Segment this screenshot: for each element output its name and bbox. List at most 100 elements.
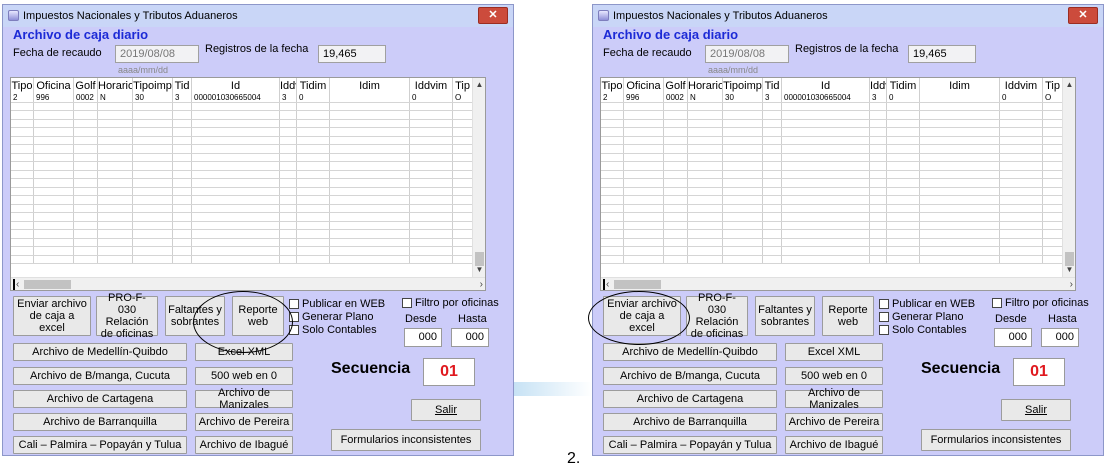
table-cell[interactable]	[723, 111, 763, 119]
table-cell[interactable]	[74, 204, 98, 212]
table-cell[interactable]	[688, 179, 723, 187]
table-cell[interactable]	[688, 136, 723, 144]
table-cell[interactable]	[887, 153, 920, 161]
table-cell[interactable]: 3	[763, 94, 782, 102]
table-cell[interactable]	[601, 119, 624, 127]
table-cell[interactable]	[920, 221, 1000, 229]
table-cell[interactable]	[297, 162, 330, 170]
table-cell[interactable]	[763, 111, 782, 119]
table-cell[interactable]	[280, 136, 297, 144]
table-cell[interactable]	[297, 111, 330, 119]
table-row[interactable]	[601, 145, 1063, 154]
table-cell[interactable]	[723, 136, 763, 144]
table-cell[interactable]	[297, 196, 330, 204]
table-cell[interactable]	[173, 111, 192, 119]
table-cell[interactable]	[688, 153, 723, 161]
table-cell[interactable]	[601, 247, 624, 255]
table-cell[interactable]	[624, 221, 664, 229]
column-header[interactable]: Iddv	[280, 78, 297, 94]
table-row[interactable]: 2 996 0002 N 30 3 000001030665004 3 0 0 O	[11, 94, 473, 103]
table-cell[interactable]	[297, 187, 330, 195]
table-cell[interactable]	[1043, 196, 1063, 204]
table-cell[interactable]	[664, 111, 688, 119]
table-cell[interactable]	[34, 204, 74, 212]
table-cell[interactable]	[601, 179, 624, 187]
excel-xml-button[interactable]: Excel XML	[195, 343, 293, 361]
excel-xml-button[interactable]: Excel XML	[785, 343, 883, 361]
table-cell[interactable]	[297, 119, 330, 127]
table-cell[interactable]	[192, 196, 280, 204]
table-cell[interactable]	[280, 119, 297, 127]
pro-f030-button[interactable]: PRO-F-030 Relación de oficinas	[96, 292, 158, 340]
column-header[interactable]: Tidim	[297, 78, 330, 94]
archivo-cali-button[interactable]: Cali – Palmira – Popayán y Tulua	[603, 436, 777, 454]
table-cell[interactable]	[1000, 153, 1043, 161]
table-cell[interactable]	[664, 119, 688, 127]
table-cell[interactable]	[297, 145, 330, 153]
table-cell[interactable]	[192, 230, 280, 238]
table-cell[interactable]	[624, 179, 664, 187]
table-cell[interactable]	[173, 179, 192, 187]
table-cell[interactable]	[688, 119, 723, 127]
table-cell[interactable]	[330, 128, 410, 136]
table-cell[interactable]	[763, 247, 782, 255]
reporte-web-button[interactable]: Reporte web	[822, 296, 874, 336]
table-cell[interactable]	[723, 128, 763, 136]
table-cell[interactable]	[782, 230, 870, 238]
table-cell[interactable]	[297, 247, 330, 255]
table-cell[interactable]	[297, 230, 330, 238]
table-cell[interactable]	[453, 119, 473, 127]
faltantes-button[interactable]: Faltantes y sobrantes	[165, 296, 225, 336]
archivo-pereira-button[interactable]: Archivo de Pereira	[785, 413, 883, 431]
table-row[interactable]	[11, 136, 473, 145]
table-cell[interactable]	[870, 238, 887, 246]
table-cell[interactable]	[34, 255, 74, 263]
table-cell[interactable]	[192, 102, 280, 110]
table-cell[interactable]	[34, 221, 74, 229]
table-cell[interactable]	[723, 221, 763, 229]
table-cell[interactable]	[887, 119, 920, 127]
table-cell[interactable]	[410, 221, 453, 229]
table-cell[interactable]	[280, 247, 297, 255]
scroll-right-icon[interactable]: ›	[480, 278, 483, 290]
table-cell[interactable]	[410, 153, 453, 161]
table-row[interactable]	[11, 255, 473, 264]
table-cell[interactable]: O	[1043, 94, 1063, 102]
table-cell[interactable]	[1000, 102, 1043, 110]
table-row[interactable]	[601, 170, 1063, 179]
table-cell[interactable]	[410, 187, 453, 195]
table-cell[interactable]	[34, 119, 74, 127]
table-cell[interactable]	[624, 145, 664, 153]
table-cell[interactable]	[173, 145, 192, 153]
table-cell[interactable]	[34, 179, 74, 187]
table-cell[interactable]	[887, 136, 920, 144]
table-row[interactable]	[601, 179, 1063, 188]
table-cell[interactable]	[192, 204, 280, 212]
table-cell[interactable]	[624, 230, 664, 238]
table-cell[interactable]	[133, 145, 173, 153]
table-cell[interactable]	[11, 187, 34, 195]
records-grid[interactable]: TipoOficinaGolfHorarioTipoimpTidIdIddvTi…	[600, 77, 1076, 291]
table-cell[interactable]	[410, 179, 453, 187]
scroll-left-icon[interactable]: ‹	[16, 278, 19, 290]
table-cell[interactable]	[410, 102, 453, 110]
table-cell[interactable]	[1000, 221, 1043, 229]
table-cell[interactable]	[920, 247, 1000, 255]
table-cell[interactable]	[763, 153, 782, 161]
table-cell[interactable]	[173, 230, 192, 238]
table-cell[interactable]	[453, 128, 473, 136]
table-cell[interactable]	[192, 128, 280, 136]
table-cell[interactable]	[280, 170, 297, 178]
table-cell[interactable]: 0	[410, 94, 453, 102]
table-cell[interactable]	[624, 213, 664, 221]
table-cell[interactable]	[1000, 170, 1043, 178]
table-cell[interactable]	[887, 170, 920, 178]
web-500-button[interactable]: 500 web en 0	[195, 367, 293, 385]
table-cell[interactable]	[173, 221, 192, 229]
column-header[interactable]: Oficina	[624, 78, 664, 94]
table-cell[interactable]	[870, 162, 887, 170]
archivo-manizales-button[interactable]: Archivo de Manizales	[195, 387, 293, 411]
table-cell[interactable]	[763, 162, 782, 170]
enviar-excel-button[interactable]: Enviar archivo de caja a excel	[13, 296, 91, 336]
table-cell[interactable]	[723, 204, 763, 212]
